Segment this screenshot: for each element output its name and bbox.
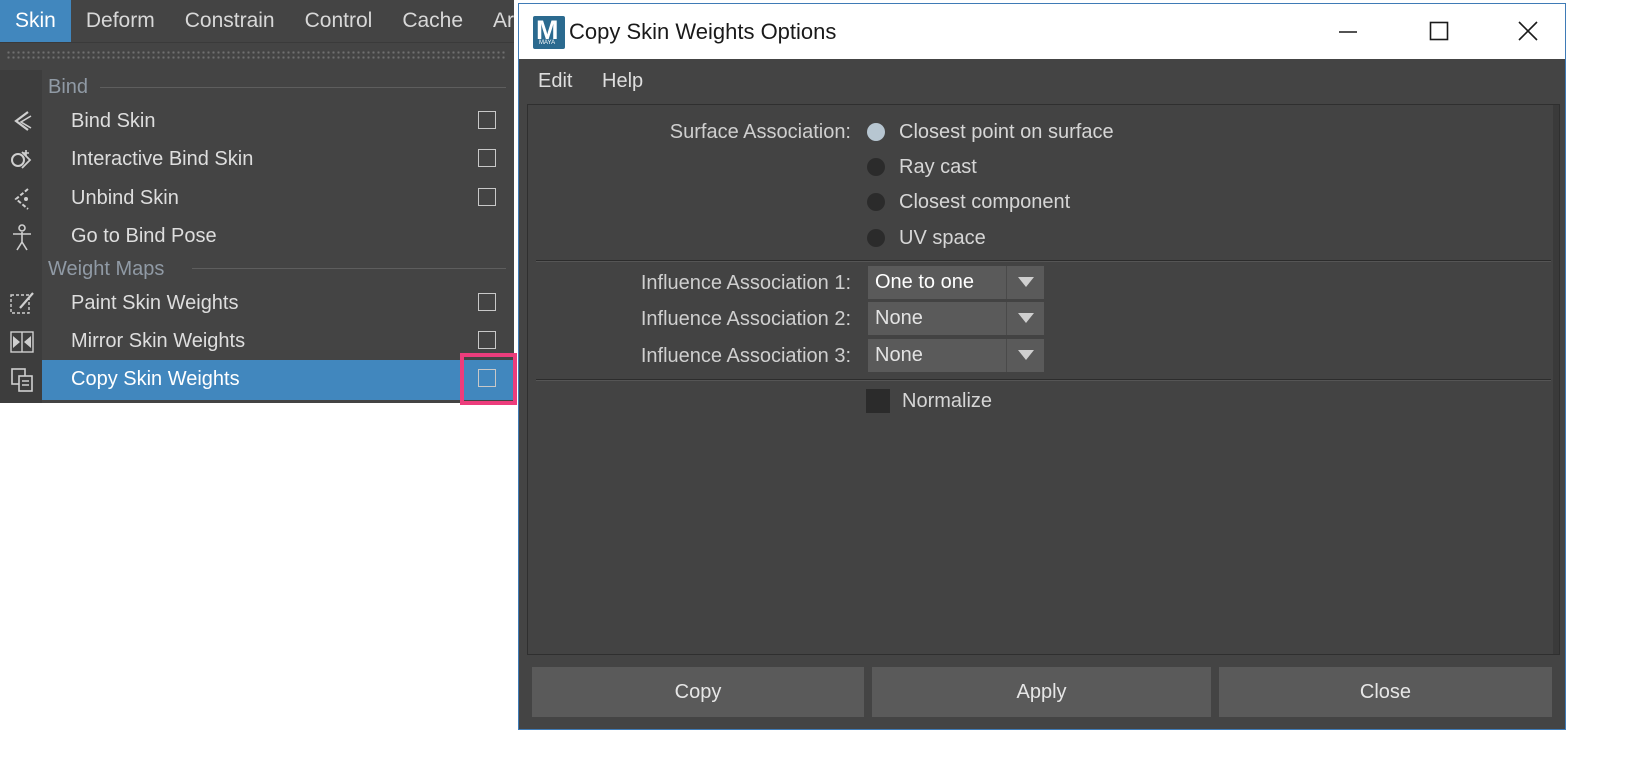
menu-item-label: Interactive Bind Skin: [71, 148, 254, 170]
dialog-title: Copy Skin Weights Options: [569, 19, 837, 44]
dropdown-value: None: [875, 307, 923, 329]
influence-association-2-label: Influence Association 2:: [640, 308, 851, 330]
maximize-icon: [1429, 21, 1449, 41]
chevron-down-icon: [1018, 313, 1034, 323]
unbind-skin-icon: [8, 185, 36, 213]
option-box-unbind-skin[interactable]: [478, 188, 496, 206]
influence-association-1-dropdown[interactable]: One to one: [868, 266, 1044, 299]
bind-pose-icon: [8, 223, 36, 251]
paint-weights-icon: [8, 290, 36, 318]
radio-closest-point[interactable]: [867, 123, 885, 141]
menu-tearoff-handle[interactable]: [6, 50, 506, 60]
close-icon: [1518, 21, 1538, 41]
option-box-paint-skin-weights[interactable]: [478, 293, 496, 311]
normalize-label: Normalize: [902, 390, 993, 412]
menu-item-label: Bind Skin: [71, 110, 156, 132]
radio-label-closest-component: Closest component: [899, 191, 1071, 213]
dropdown-arrow-button[interactable]: [1006, 266, 1044, 299]
section-label-weight-maps: Weight Maps: [48, 258, 165, 280]
section-divider: [192, 268, 506, 269]
menubar-constrain[interactable]: Constrain: [170, 0, 290, 42]
menu-item-label: Mirror Skin Weights: [71, 330, 246, 352]
section-separator: [536, 260, 1551, 262]
section-divider: [100, 87, 506, 88]
bind-skin-icon: [8, 108, 36, 136]
dialog-menu-edit[interactable]: Edit: [538, 59, 572, 104]
chevron-down-icon: [1018, 350, 1034, 360]
maya-logo-icon: M MAYA: [533, 15, 565, 49]
menu-item-label: Paint Skin Weights: [71, 292, 239, 314]
dialog-menu-help[interactable]: Help: [602, 59, 643, 104]
menubar-cache[interactable]: Cache: [387, 0, 478, 42]
menu-item-paint-skin-weights[interactable]: Paint Skin Weights: [0, 284, 514, 322]
influence-association-3-dropdown[interactable]: None: [868, 339, 1044, 372]
menubar-arnold[interactable]: Arr: [478, 0, 514, 42]
annotation-highlight-frame: [460, 353, 517, 405]
radio-label-uv-space: UV space: [899, 227, 986, 249]
influence-association-1-label: Influence Association 1:: [640, 272, 851, 294]
minimize-button[interactable]: [1318, 4, 1378, 59]
dropdown-value: One to one: [875, 271, 974, 293]
option-box-mirror-skin-weights[interactable]: [478, 331, 496, 349]
influence-association-2-dropdown[interactable]: None: [868, 302, 1044, 335]
chevron-down-icon: [1018, 277, 1034, 287]
radio-ray-cast[interactable]: [867, 158, 885, 176]
maya-logo-sub: MAYA: [539, 40, 556, 46]
scrollbar-track[interactable]: [1553, 105, 1559, 654]
option-box-interactive-bind-skin[interactable]: [478, 149, 496, 167]
mirror-weights-icon: [8, 328, 36, 356]
radio-label-ray-cast: Ray cast: [899, 156, 977, 178]
influence-association-3-label: Influence Association 3:: [640, 345, 851, 367]
menubar-control[interactable]: Control: [290, 0, 388, 42]
dialog-menubar: Edit Help: [519, 59, 1565, 104]
radio-uv-space[interactable]: [867, 229, 885, 247]
radio-closest-component[interactable]: [867, 193, 885, 211]
menu-item-label: Unbind Skin: [71, 187, 179, 209]
menu-item-unbind-skin[interactable]: Unbind Skin: [0, 179, 514, 217]
menu-item-label: Go to Bind Pose: [71, 225, 217, 247]
dialog-titlebar[interactable]: M MAYA Copy Skin Weights Options: [519, 4, 1565, 59]
section-label-bind: Bind: [48, 76, 89, 98]
menu-item-mirror-skin-weights[interactable]: Mirror Skin Weights: [0, 322, 514, 360]
section-separator: [536, 379, 1551, 381]
copy-weights-icon: [8, 366, 36, 394]
minimize-icon: [1339, 31, 1357, 33]
dropdown-arrow-button[interactable]: [1006, 302, 1044, 335]
menu-item-interactive-bind-skin[interactable]: Interactive Bind Skin: [0, 140, 514, 178]
normalize-checkbox[interactable]: [866, 389, 890, 413]
menu-item-copy-skin-weights[interactable]: Copy Skin Weights: [0, 360, 514, 400]
close-window-button[interactable]: [1498, 4, 1558, 59]
interactive-bind-skin-icon: [8, 146, 36, 174]
maximize-button[interactable]: [1409, 4, 1469, 59]
close-button[interactable]: Close: [1219, 667, 1552, 717]
radio-label-closest-point: Closest point on surface: [899, 121, 1114, 143]
menu-item-label: Copy Skin Weights: [71, 368, 240, 390]
apply-button[interactable]: Apply: [872, 667, 1211, 717]
copy-skin-weights-options-dialog: M MAYA Copy Skin Weights Options Edit He…: [518, 3, 1566, 730]
copy-button[interactable]: Copy: [532, 667, 864, 717]
menubar-deform[interactable]: Deform: [71, 0, 170, 42]
menu-item-bind-skin[interactable]: Bind Skin: [0, 102, 514, 140]
main-menubar: Skin Deform Constrain Control Cache Arr: [0, 0, 514, 43]
options-content-area: Surface Association: Closest point on su…: [527, 104, 1560, 655]
surface-association-label: Surface Association:: [669, 121, 851, 143]
dropdown-value: None: [875, 344, 923, 366]
menubar-skin[interactable]: Skin: [0, 0, 71, 42]
option-box-bind-skin[interactable]: [478, 111, 496, 129]
skin-menu-panel: Skin Deform Constrain Control Cache Arr …: [0, 0, 514, 403]
dropdown-arrow-button[interactable]: [1006, 339, 1044, 372]
menu-item-go-to-bind-pose[interactable]: Go to Bind Pose: [0, 217, 514, 255]
